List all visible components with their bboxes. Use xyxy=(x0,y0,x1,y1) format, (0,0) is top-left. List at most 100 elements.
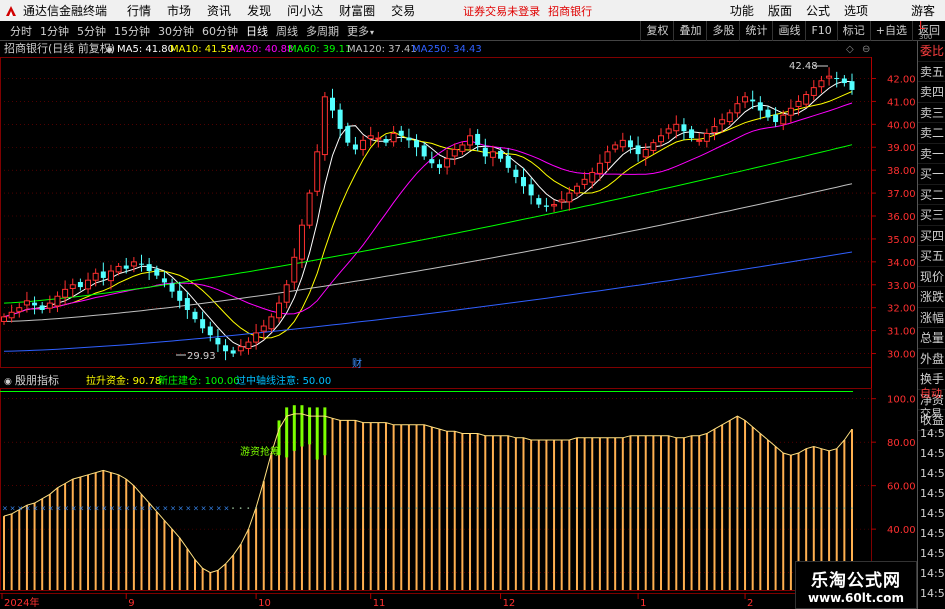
side-row-volume[interactable]: 总量 xyxy=(918,328,945,349)
midline-dot: × xyxy=(10,504,16,512)
side-row-change-pct[interactable]: 涨幅 xyxy=(918,308,945,328)
menu-formula[interactable]: 公式 xyxy=(806,2,830,19)
trade-login-notice[interactable]: 证券交易未登录 xyxy=(463,3,540,19)
side-row-price[interactable]: 现价 xyxy=(918,267,945,287)
candle-body xyxy=(291,256,298,283)
midline-dot: × xyxy=(132,504,138,512)
tab-multi-period[interactable]: 多周期 xyxy=(306,23,339,39)
financial-event-marker[interactable]: 财 xyxy=(352,357,362,370)
tab-5min[interactable]: 5分钟 xyxy=(77,23,106,39)
side-row-sell3[interactable]: 卖三 xyxy=(918,103,945,123)
midline-dot: • xyxy=(606,505,610,512)
candle-body xyxy=(46,302,53,309)
candle-body xyxy=(177,290,183,301)
candle-body xyxy=(489,151,496,158)
candle-body xyxy=(558,199,565,203)
candle-body xyxy=(268,316,275,330)
menu-trade[interactable]: 交易 xyxy=(391,2,415,19)
mark-button[interactable]: 标记 xyxy=(836,20,870,41)
broker-name[interactable]: 招商银行 xyxy=(548,3,592,19)
collapse-icon[interactable]: ⊖ xyxy=(862,44,870,55)
tick-time: 14:56 xyxy=(920,487,945,500)
midline-dot: • xyxy=(842,505,846,512)
chart-area[interactable]: 招商银行(日线 前复权) ◉ MA5: 41.80 MA10: 41.59 MA… xyxy=(0,41,917,609)
side-row-sell1[interactable]: 卖一 xyxy=(918,144,945,164)
tab-1min[interactable]: 1分钟 xyxy=(40,23,69,39)
side-row-buy5[interactable]: 买五 xyxy=(918,246,945,267)
trade-label[interactable]: 交易 xyxy=(918,404,945,424)
side-row-sell2[interactable]: 卖二 xyxy=(918,123,945,144)
tab-daily[interactable]: 日线 xyxy=(246,23,268,39)
midline-dot: • xyxy=(758,505,762,512)
draw-line-button[interactable]: 画线 xyxy=(772,20,805,41)
auto-label[interactable]: 自动 xyxy=(918,384,945,404)
tab-weekly[interactable]: 周线 xyxy=(276,23,298,39)
price-tick-label: 34.00 xyxy=(887,258,916,269)
tick-times: 自动 交易 14:56 14:56 14:56 14:56 14:56 14:5… xyxy=(918,384,945,604)
indicator-tick-label: 60.00 xyxy=(887,482,916,493)
menu-news[interactable]: 资讯 xyxy=(207,2,231,19)
candle-body xyxy=(200,319,206,329)
candle-body xyxy=(69,284,76,289)
time-tick-label: 2024年 xyxy=(4,596,39,609)
tick-time: 14:56 xyxy=(920,507,945,520)
statistics-button[interactable]: 统计 xyxy=(739,20,772,41)
candle-body xyxy=(750,99,756,102)
candle-body xyxy=(757,102,763,111)
indicator-label-midline: 过中轴线注意: 50.00 xyxy=(236,374,331,387)
midline-dot: × xyxy=(124,504,130,512)
menu-ask-xiaoda[interactable]: 问小达 xyxy=(287,2,323,19)
low-price-label: 29.93 xyxy=(187,351,216,362)
tab-15min[interactable]: 15分钟 xyxy=(114,23,150,39)
tab-30min[interactable]: 30分钟 xyxy=(158,23,194,39)
menu-market[interactable]: 市场 xyxy=(167,2,191,19)
midline-dot: • xyxy=(728,505,732,512)
midline-dot: × xyxy=(78,504,84,512)
candle-body xyxy=(123,265,129,269)
add-watchlist-button[interactable]: +自选 xyxy=(869,20,912,41)
indicator-tick-label: 40.00 xyxy=(887,525,916,536)
midline-dot: • xyxy=(514,505,518,512)
guest-account[interactable]: 游客 xyxy=(911,2,935,19)
side-row-buy1[interactable]: 买一 xyxy=(918,164,945,185)
side-row-buy2[interactable]: 买二 xyxy=(918,185,945,205)
midline-dot: • xyxy=(521,505,525,512)
side-row-outer[interactable]: 外盘 xyxy=(918,349,945,369)
menu-discover[interactable]: 发现 xyxy=(247,2,271,19)
midline-dot: • xyxy=(812,505,816,512)
candle-body xyxy=(459,144,466,152)
candle-body xyxy=(635,145,641,155)
side-row-sell5[interactable]: 卖五 xyxy=(918,62,945,82)
candle-body xyxy=(115,265,122,273)
menu-options[interactable]: 选项 xyxy=(844,2,868,19)
side-row-change[interactable]: 涨跌 xyxy=(918,287,945,308)
midline-dot: • xyxy=(407,505,411,512)
midline-dot: • xyxy=(338,505,342,512)
tab-more[interactable]: 更多 xyxy=(347,23,374,39)
diamond-icon[interactable]: ◇ xyxy=(846,44,854,55)
indicator-settings-icon[interactable]: ◉ xyxy=(4,377,12,387)
adjust-button[interactable]: 复权 xyxy=(640,20,673,41)
side-row-sell4[interactable]: 卖四 xyxy=(918,82,945,103)
menu-wealth-circle[interactable]: 财富圈 xyxy=(339,2,375,19)
menu-layout[interactable]: 版面 xyxy=(768,2,792,19)
candle-body xyxy=(215,337,221,345)
price-tick-label: 40.00 xyxy=(887,120,916,131)
candle-body xyxy=(787,107,794,116)
settings-icon[interactable]: ◉ xyxy=(106,45,114,55)
side-row-buy4[interactable]: 买四 xyxy=(918,226,945,246)
time-tick-label: 1 xyxy=(640,598,646,609)
midline-dot: • xyxy=(659,505,663,512)
price-tick-label: 37.00 xyxy=(887,189,916,200)
midline-dot: × xyxy=(48,504,54,512)
multi-stock-button[interactable]: 多股 xyxy=(706,20,739,41)
side-row-weibi[interactable]: 委比 xyxy=(918,41,945,62)
tab-60min[interactable]: 60分钟 xyxy=(202,23,238,39)
side-row-buy3[interactable]: 买三 xyxy=(918,205,945,226)
f10-button[interactable]: F10 xyxy=(805,20,836,41)
menu-quotes[interactable]: 行情 xyxy=(127,2,151,19)
overlay-button[interactable]: 叠加 xyxy=(673,20,706,41)
menu-function[interactable]: 功能 xyxy=(730,2,754,19)
midline-dot: × xyxy=(147,504,153,512)
tab-intraday[interactable]: 分时 xyxy=(10,23,32,39)
